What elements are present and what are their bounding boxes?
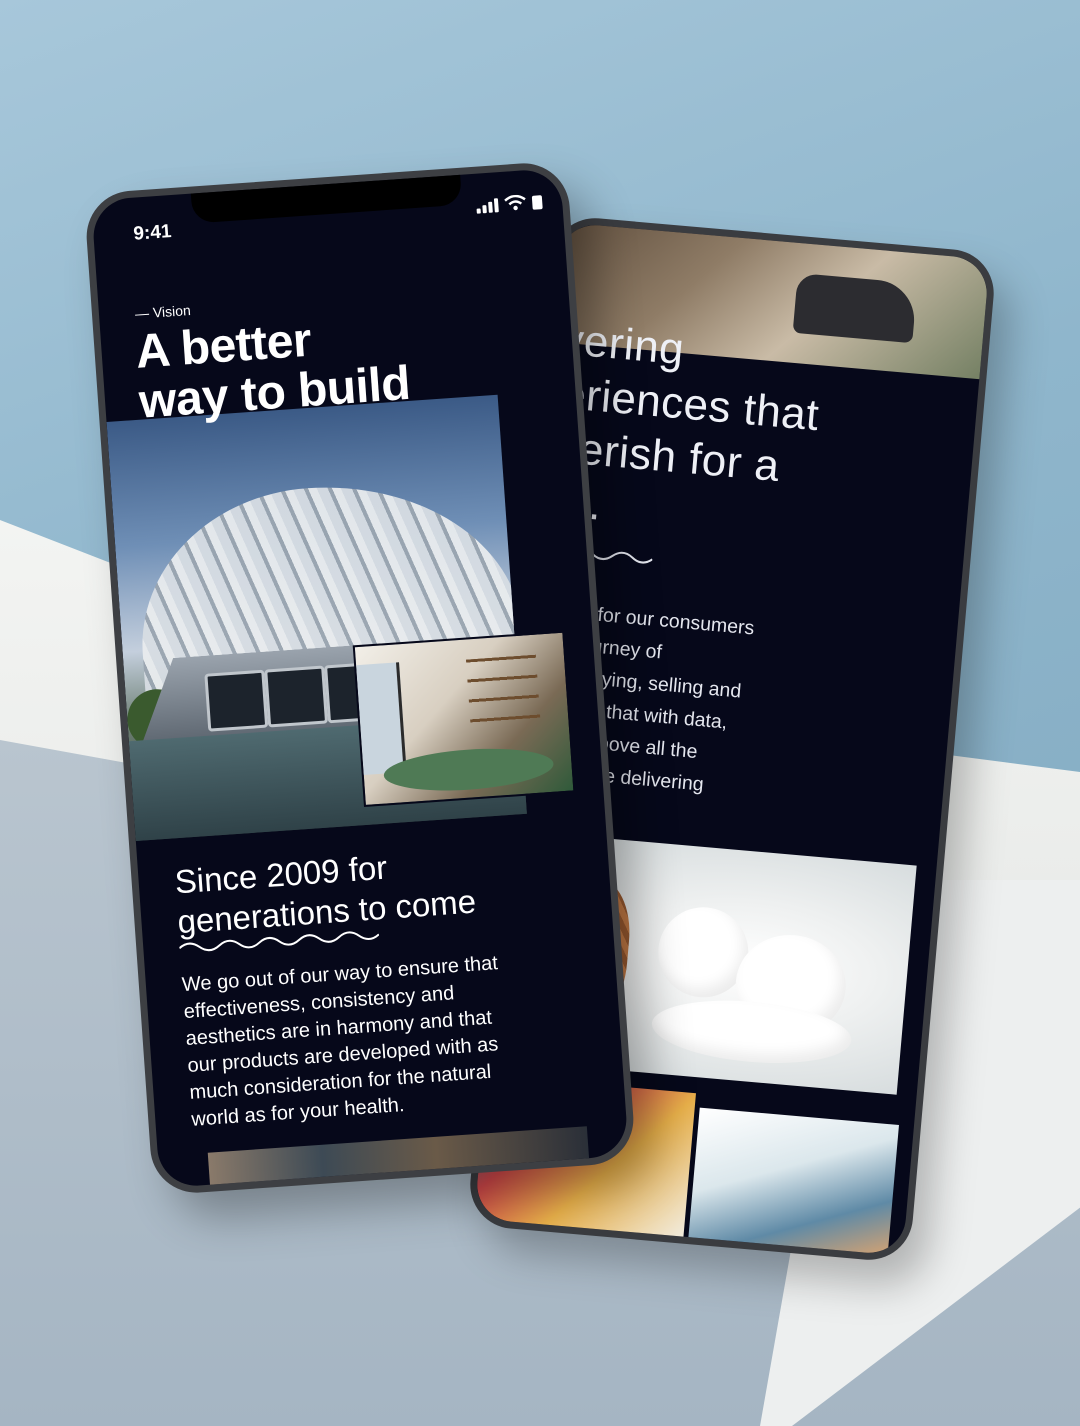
window-shape	[356, 662, 407, 775]
status-icons	[476, 193, 543, 214]
wifi-icon	[504, 194, 526, 211]
status-time: 9:41	[132, 221, 173, 245]
phone-front: 9:41 — Vision A better way to build Sinc…	[83, 160, 637, 1196]
section-body-text: We go out of our way to ensure that effe…	[181, 952, 499, 1131]
window-shape	[204, 669, 269, 732]
lounge-chair-shape	[792, 272, 918, 344]
signal-icon	[476, 198, 499, 214]
battery-icon	[531, 195, 543, 210]
rug-shape	[382, 743, 555, 796]
phone-notch	[190, 170, 463, 224]
shelf-shape	[465, 654, 541, 730]
section-eyebrow: — Vision	[134, 301, 192, 322]
interior-photo	[352, 630, 576, 808]
window-shape	[264, 665, 329, 728]
bedroom-photo	[687, 1107, 899, 1264]
